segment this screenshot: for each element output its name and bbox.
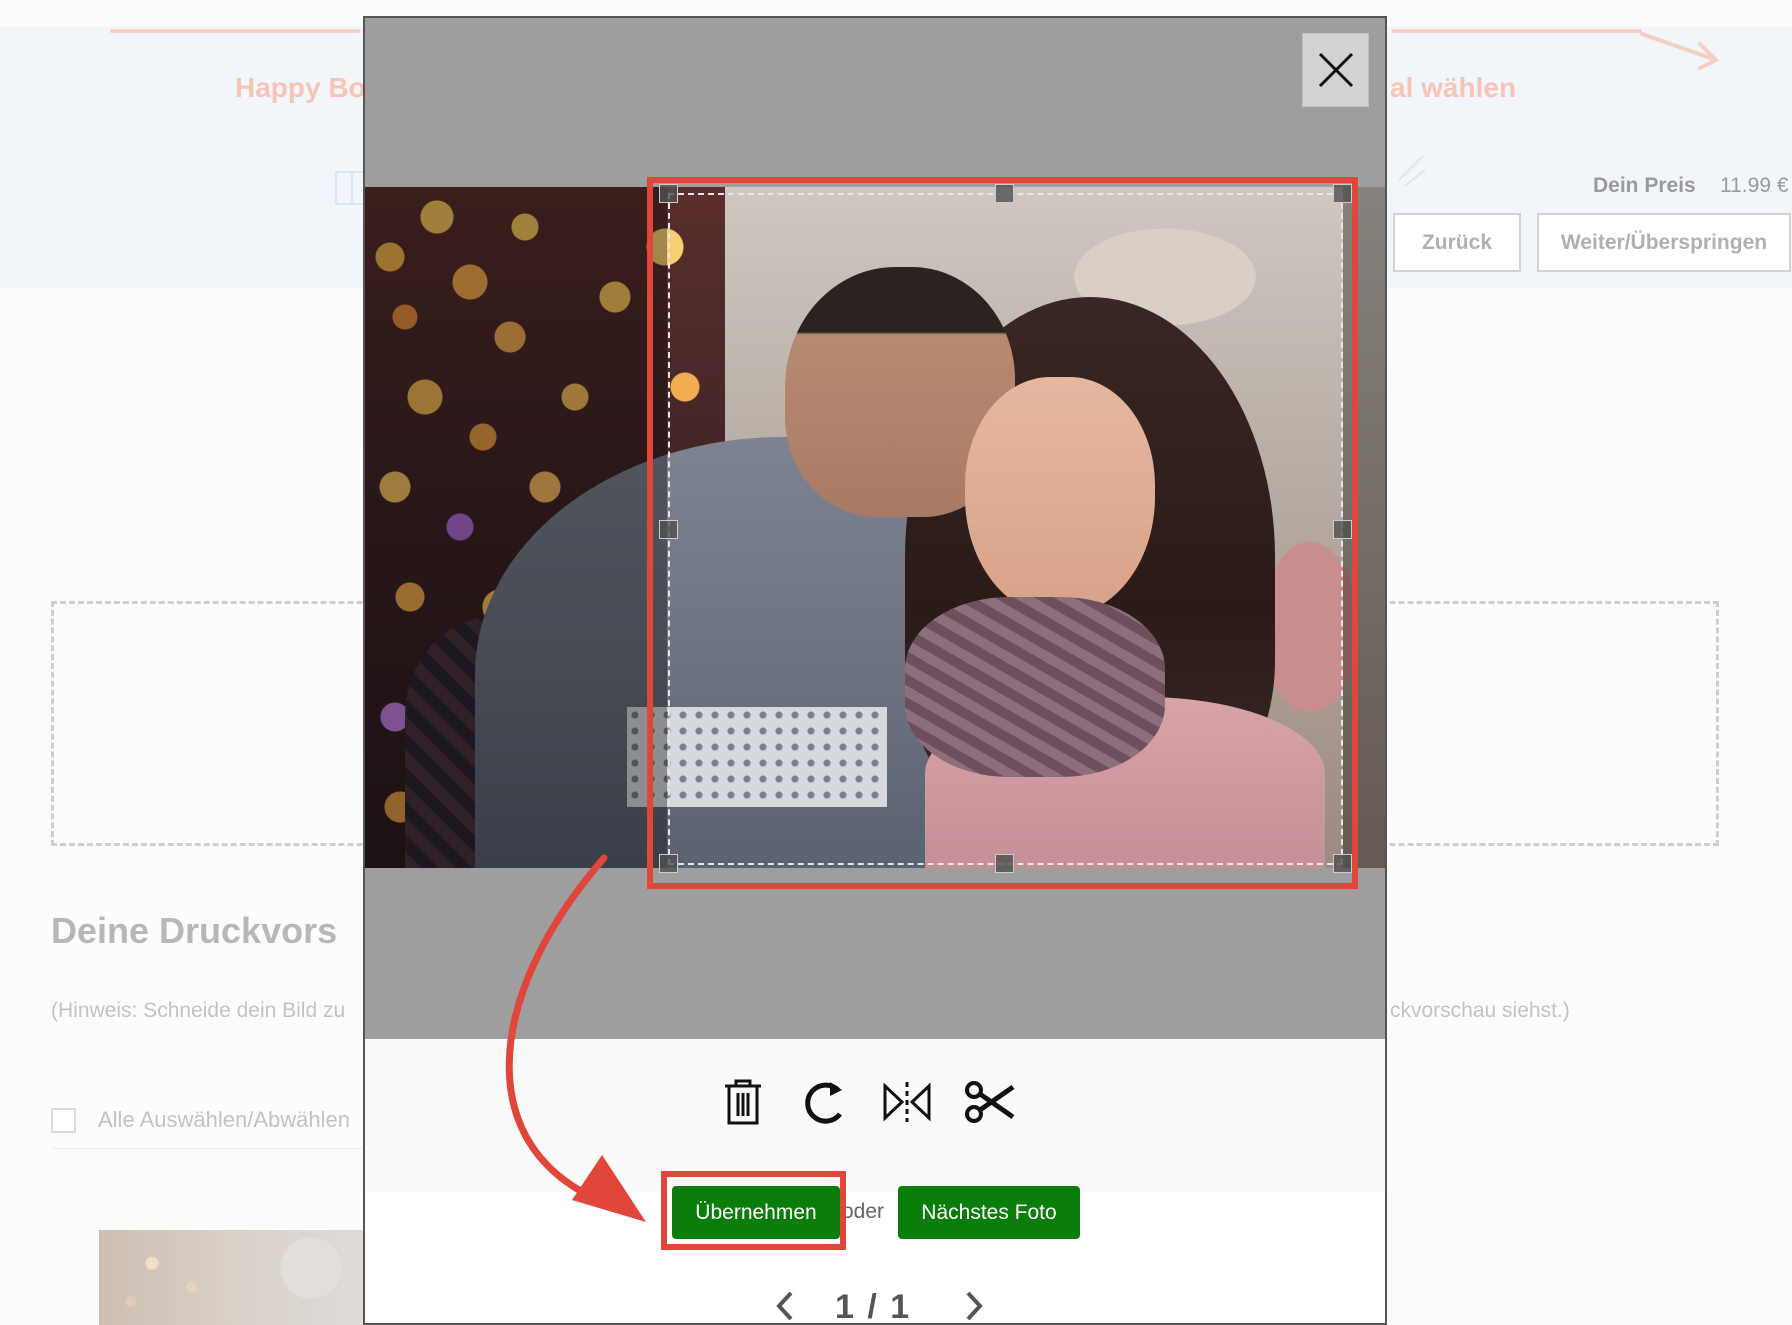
select-all-checkbox[interactable] [51,1107,76,1133]
hint-text-right: ckvorschau siehst.) [1390,999,1570,1022]
hint-text-left: (Hinweis: Schneide dein Bild zu [51,999,346,1022]
price-label: Dein Preis [1593,174,1696,197]
screenshot-root: Happy Bo al wählen Dein Preis 11.99 € Zu… [0,0,1792,1325]
crop-handle-top[interactable] [995,184,1014,203]
crop-handle-right[interactable] [1333,520,1352,539]
preview-title: Deine Druckvors [51,910,338,951]
or-text: oder [842,1200,885,1223]
crop-handle-bottom-left[interactable] [659,854,678,873]
crop-button[interactable] [960,1073,1018,1131]
chevron-right-icon [966,1291,983,1321]
trash-icon [725,1079,761,1125]
sparkle-icon [1398,155,1426,187]
close-button[interactable] [1302,33,1369,107]
price-value: 11.99 € [1720,174,1789,197]
crop-handle-top-left[interactable] [659,184,678,203]
photo-thumbnail[interactable] [99,1230,364,1325]
select-all-row[interactable]: Alle Auswählen/Abwählen [51,1107,350,1133]
crop-mask-left [365,187,667,868]
pager-text: 1 / 1 [835,1288,912,1325]
crop-handle-bottom[interactable] [995,854,1014,873]
step-progress-line-right [1392,29,1642,33]
crop-modal: Übernehmen oder Nächstes Foto 1 / 1 [363,16,1387,1325]
next-skip-button[interactable]: Weiter/Überspringen [1537,213,1791,272]
previous-photo-button[interactable] [770,1288,800,1323]
next-photo-button[interactable]: Nächstes Foto [898,1186,1080,1239]
step-arrow-icon [1640,32,1720,70]
rotate-icon [805,1082,842,1124]
select-all-label: Alle Auswählen/Abwählen [98,1107,350,1132]
crop-selection-box[interactable] [668,193,1343,865]
back-button[interactable]: Zurück [1393,213,1521,272]
scissors-icon [965,1081,1015,1123]
crop-handle-top-right[interactable] [1333,184,1352,203]
close-icon [1318,52,1353,88]
step-label-left: Happy Bo [235,72,366,103]
step-progress-line-left [110,29,360,33]
crop-handle-bottom-right[interactable] [1333,854,1352,873]
flip-button[interactable] [878,1073,936,1131]
rotate-button[interactable] [795,1073,853,1131]
next-page-button[interactable] [959,1288,989,1323]
apply-button[interactable]: Übernehmen [672,1186,840,1239]
flip-icon [883,1082,931,1122]
edit-toolbar [365,1039,1385,1192]
step-label-right: al wählen [1390,72,1517,103]
chevron-left-icon [776,1291,793,1321]
delete-button[interactable] [714,1073,772,1131]
crop-handle-left[interactable] [659,520,678,539]
